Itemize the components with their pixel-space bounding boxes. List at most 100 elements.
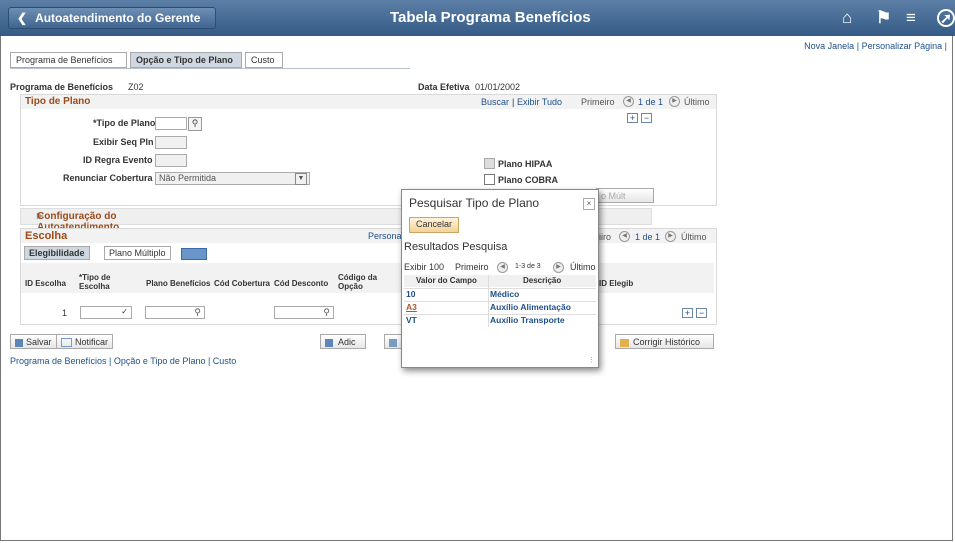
result-desc[interactable]: Auxílio Alimentação	[490, 302, 571, 312]
next-icon[interactable]: ▶	[665, 231, 676, 242]
page-title: Tabela Programa Benefícios	[390, 9, 591, 26]
prev-icon[interactable]: ◀	[619, 231, 630, 242]
result-row[interactable]: VT Auxílio Transporte	[404, 314, 596, 326]
prev-icon[interactable]: ◀	[497, 262, 508, 273]
lookup-modal: Pesquisar Tipo de Plano × Cancelar Resul…	[401, 189, 599, 368]
expand-grid-icon[interactable]	[181, 248, 207, 260]
program-value: Z02	[128, 82, 144, 92]
cobra-checkbox[interactable]	[484, 174, 495, 185]
last-label: Último	[681, 232, 707, 242]
last-label: Último	[684, 97, 710, 107]
show-all-link[interactable]: Exibir Tudo	[517, 97, 562, 107]
col-cod-desconto: Cód Desconto	[274, 279, 329, 288]
result-desc[interactable]: Médico	[490, 289, 519, 299]
first-label: Primeiro	[581, 97, 615, 107]
separator: |	[856, 41, 860, 51]
search-link[interactable]: Buscar	[481, 97, 509, 107]
top-links: Nova Janela | Personalizar Página |	[804, 41, 947, 51]
tab-programa-beneficios[interactable]: Programa de Benefícios	[10, 52, 127, 68]
top-bar: ❮ Autoatendimento do Gerente Tabela Progr…	[0, 0, 955, 36]
edit-icon	[389, 338, 397, 347]
tab-custo[interactable]: Custo	[245, 52, 283, 68]
benefit-plan-input[interactable]: ⚲	[145, 306, 205, 319]
choice-section: Escolha Persona iiro ◀ 1 de 1 ▶ Último E…	[20, 228, 717, 325]
cancel-button[interactable]: Cancelar	[409, 217, 459, 233]
choice-type-select[interactable]: ✓	[80, 306, 132, 319]
effective-date-value: 01/01/2002	[475, 82, 521, 92]
personalize-page-link[interactable]: Personalizar Página	[862, 41, 943, 51]
first-label: Primeiro	[455, 262, 489, 272]
results-title: Resultados Pesquisa	[404, 241, 508, 253]
result-value[interactable]: 10	[406, 289, 415, 299]
flag-icon[interactable]: ⚑	[876, 8, 891, 28]
result-row[interactable]: A3 Auxílio Alimentação	[404, 301, 596, 313]
delete-row-button[interactable]: −	[641, 113, 652, 123]
footer-links[interactable]: Programa de Benefícios | Opção e Tipo de…	[10, 356, 236, 366]
save-icon	[15, 338, 23, 347]
col-description: Descrição	[523, 276, 562, 285]
correct-history-button[interactable]: Corrigir Histórico	[615, 334, 714, 349]
waive-coverage-select[interactable]: Não Permitida ▼	[155, 172, 310, 185]
chevron-left-icon: ❮	[17, 11, 28, 25]
cobra-label: Plano COBRA	[498, 175, 559, 185]
add-button[interactable]: Adic	[320, 334, 366, 349]
chevron-down-icon[interactable]: ✓	[121, 307, 128, 316]
back-button[interactable]: ❮ Autoatendimento do Gerente	[8, 7, 216, 29]
save-label: Salvar	[26, 337, 52, 347]
event-rule-input	[155, 154, 187, 167]
add-row-button[interactable]: +	[682, 308, 693, 318]
update-button[interactable]	[384, 334, 402, 349]
separator: |	[944, 41, 947, 51]
choice-title: Escolha	[25, 230, 68, 242]
prev-icon[interactable]: ◀	[623, 96, 634, 107]
config-title: ▶ Configuração do Autoatendimento	[29, 210, 119, 233]
save-button[interactable]: Salvar	[10, 334, 57, 349]
show-count[interactable]: Exibir 100	[404, 262, 444, 272]
result-value[interactable]: VT	[406, 315, 417, 325]
search-icon[interactable]: ⚲	[323, 307, 330, 318]
modal-title: Pesquisar Tipo de Plano	[409, 196, 540, 210]
plan-type-input[interactable]	[155, 117, 187, 130]
plan-type-title: Tipo de Plano	[25, 96, 91, 107]
delete-row-button[interactable]: −	[696, 308, 707, 318]
first-label: iiro	[599, 232, 612, 242]
next-icon[interactable]: ▶	[553, 262, 564, 273]
result-desc[interactable]: Auxílio Transporte	[490, 315, 565, 325]
col-id-escolha: ID Escolha	[25, 279, 66, 288]
resize-handle-icon[interactable]: ⋮	[588, 356, 595, 364]
next-icon[interactable]: ▶	[669, 96, 680, 107]
close-icon[interactable]: ×	[583, 198, 595, 210]
result-row[interactable]: 10 Médico	[404, 288, 596, 300]
chevron-down-icon[interactable]: ▼	[295, 173, 307, 185]
pager-text: 1 de 1	[635, 232, 661, 242]
plan-type-section: Tipo de Plano Buscar | Exibir Tudo Prime…	[20, 94, 717, 206]
col-id-elegib: ID Elegib	[599, 279, 634, 288]
search-icon[interactable]: ⚲	[194, 307, 201, 318]
subtab-elegibilidade[interactable]: Elegibilidade	[24, 246, 90, 260]
new-window-link[interactable]: Nova Janela	[804, 41, 854, 51]
lookup-icon[interactable]: ⚲	[188, 117, 202, 131]
plan-seq-label: Exibir Seq Pln	[93, 137, 154, 147]
plan-type-header: Tipo de Plano Buscar | Exibir Tudo Prime…	[21, 95, 716, 109]
compass-icon[interactable]: ➚	[937, 9, 955, 27]
event-rule-label: ID Regra Evento	[83, 155, 153, 165]
menu-icon[interactable]: ≡	[906, 8, 916, 28]
multi-plan-button: o Múlt	[596, 188, 654, 203]
col-tipo-escolha: *Tipo de Escolha	[79, 273, 111, 291]
history-icon	[620, 338, 629, 347]
notify-label: Notificar	[75, 337, 109, 347]
add-label: Adic	[338, 337, 356, 347]
correct-history-label: Corrigir Histórico	[633, 337, 701, 347]
subtab-plano-multiplo[interactable]: Plano Múltiplo	[104, 246, 171, 260]
add-row-button[interactable]: +	[627, 113, 638, 123]
col-cod-cobertura: Cód Cobertura	[214, 279, 270, 288]
range-text: 1-3 de 3	[515, 263, 541, 270]
results-nav: Exibir 100 Primeiro ◀ 1-3 de 3 ▶ Último	[404, 262, 596, 274]
result-value[interactable]: A3	[406, 302, 417, 312]
notify-button[interactable]: Notificar	[56, 334, 114, 349]
pager-text: 1 de 1	[638, 97, 664, 107]
personalize-link[interactable]: Persona	[368, 231, 402, 241]
tab-opcao-tipo-plano[interactable]: Opção e Tipo de Plano	[130, 52, 242, 68]
home-icon[interactable]: ⌂	[842, 8, 852, 28]
discount-code-input[interactable]: ⚲	[274, 306, 334, 319]
